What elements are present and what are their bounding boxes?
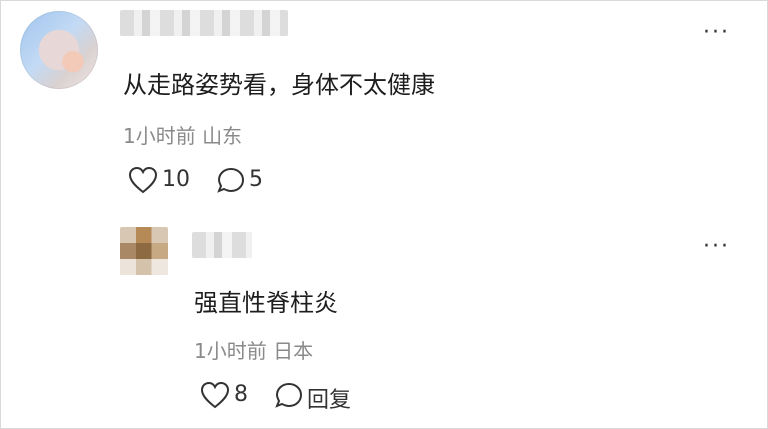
more-options-button[interactable]: ··· (703, 236, 730, 258)
like-icon[interactable] (128, 166, 158, 194)
reply-button[interactable]: 回复 (307, 382, 351, 414)
username-blurred[interactable] (120, 10, 288, 36)
like-count: 10 (162, 167, 190, 192)
avatar[interactable] (120, 227, 168, 275)
username-blurred[interactable] (192, 232, 252, 258)
like-icon[interactable] (200, 381, 230, 409)
comment-count: 5 (249, 167, 263, 192)
reply-text: 强直性脊柱炎 (194, 289, 338, 317)
comment-icon[interactable] (216, 166, 246, 194)
comment-time-location: 1小时前 山东 (123, 124, 243, 148)
avatar[interactable] (20, 11, 98, 89)
reply-time-location: 1小时前 日本 (194, 339, 314, 363)
comment-text: 从走路姿势看，身体不太健康 (123, 71, 435, 99)
like-count: 8 (234, 382, 248, 407)
more-options-button[interactable]: ··· (703, 22, 730, 44)
reply-icon[interactable] (274, 381, 304, 409)
